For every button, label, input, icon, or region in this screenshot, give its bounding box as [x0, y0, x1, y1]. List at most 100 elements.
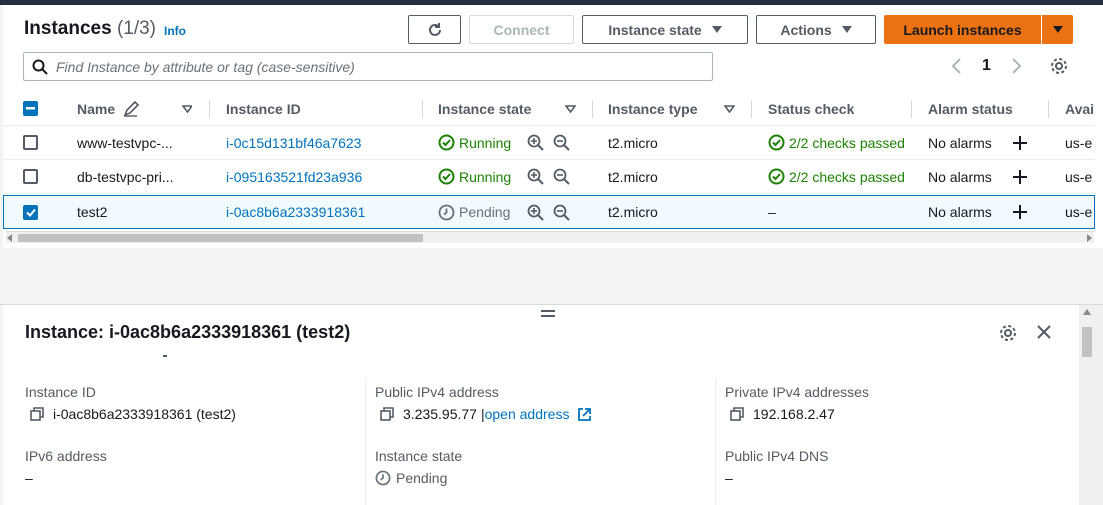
instance-type: t2.micro — [608, 204, 658, 220]
add-alarm-icon[interactable] — [1012, 126, 1028, 159]
search-icon — [32, 59, 48, 75]
check-circle-icon — [768, 134, 785, 151]
column-label: Name — [77, 100, 116, 117]
alarm-status: No alarms — [928, 134, 992, 151]
instance-state: Pending — [438, 196, 510, 228]
resize-handle-icon[interactable] — [541, 309, 555, 319]
public-ipv4-value: 3.235.95.77 — [403, 406, 477, 422]
status-check: – — [768, 204, 776, 220]
column-header-instance-id[interactable]: Instance ID — [226, 92, 301, 125]
field-value-instance-state: Pending — [375, 470, 447, 486]
instance-name: test2 — [77, 204, 108, 220]
check-circle-icon — [768, 168, 785, 185]
add-alarm-icon[interactable] — [1012, 160, 1028, 193]
copy-icon[interactable] — [30, 406, 45, 422]
sort-icon[interactable] — [182, 92, 192, 125]
scroll-left-icon[interactable] — [7, 234, 13, 242]
scrollbar-thumb[interactable] — [18, 234, 423, 242]
page-number[interactable]: 1 — [982, 57, 991, 75]
table-row[interactable]: www-testvpc-... i-0c15d131bf46a7623 Runn… — [3, 126, 1095, 160]
instance-state: Running — [438, 126, 511, 159]
tab-indicator — [163, 355, 167, 357]
zoom-in-icon[interactable] — [527, 126, 544, 159]
row-checkbox[interactable] — [23, 196, 38, 228]
chevron-down-icon — [711, 26, 722, 33]
column-header-name[interactable]: Name — [77, 92, 140, 125]
field-value-private-ipv4: 192.168.2.47 — [730, 406, 835, 422]
add-alarm-icon[interactable] — [1012, 196, 1028, 228]
column-divider — [365, 380, 366, 505]
instance-type: t2.micro — [608, 134, 658, 151]
table-row-selected[interactable]: test2 i-0ac8b6a2333918361 Pending t2.mic… — [3, 195, 1095, 229]
alarm-status: No alarms — [928, 168, 992, 185]
open-address-link[interactable]: open address — [485, 406, 570, 422]
copy-icon[interactable] — [380, 406, 395, 422]
status-check: 2/2 checks passed — [768, 160, 905, 193]
actions-button[interactable]: Actions — [756, 15, 876, 44]
field-value-public-dns: – — [725, 470, 733, 486]
column-header-status-check[interactable]: Status check — [768, 92, 854, 125]
check-circle-icon — [438, 168, 455, 185]
field-label-public-dns: Public IPv4 DNS — [725, 448, 829, 464]
zoom-in-icon[interactable] — [527, 196, 544, 228]
launch-dropdown-button[interactable] — [1042, 15, 1073, 44]
refresh-icon — [426, 21, 444, 39]
sort-icon[interactable] — [565, 92, 576, 125]
field-label-instance-id: Instance ID — [25, 384, 96, 400]
copy-icon[interactable] — [730, 406, 745, 422]
connect-button[interactable]: Connect — [469, 15, 574, 44]
instance-id-link[interactable]: i-0ac8b6a2333918361 — [226, 196, 365, 228]
settings-icon[interactable] — [1049, 56, 1069, 76]
next-page-icon[interactable] — [1011, 57, 1023, 75]
zoom-out-icon[interactable] — [553, 160, 570, 193]
row-checkbox[interactable] — [23, 160, 38, 193]
zoom-out-icon[interactable] — [553, 196, 570, 228]
status-label: 2/2 checks passed — [789, 168, 905, 185]
scroll-right-icon[interactable] — [1086, 234, 1092, 242]
chevron-down-icon — [841, 26, 852, 33]
page-title: Instances (1/3) — [24, 18, 157, 39]
clock-icon — [438, 204, 455, 221]
instance-state-value: Pending — [396, 470, 448, 486]
zoom-out-icon[interactable] — [553, 126, 570, 159]
horizontal-scrollbar[interactable] — [6, 231, 1094, 243]
field-value-public-ipv4: 3.235.95.77 | open address — [380, 406, 592, 422]
info-link[interactable]: Info — [164, 24, 186, 38]
column-header-availability-zone[interactable]: Avai — [1065, 92, 1094, 125]
actions-label: Actions — [780, 21, 832, 38]
refresh-button[interactable] — [408, 15, 461, 44]
instance-state: Running — [438, 160, 511, 193]
status-label: 2/2 checks passed — [789, 134, 905, 151]
availability-zone: us-e — [1065, 134, 1093, 151]
field-label-private-ipv4: Private IPv4 addresses — [725, 384, 869, 400]
private-ipv4-value: 192.168.2.47 — [753, 406, 835, 422]
instance-id-link[interactable]: i-095163521fd23a936 — [226, 160, 362, 193]
scroll-up-icon[interactable] — [1083, 309, 1091, 315]
instance-state-button[interactable]: Instance state — [582, 15, 748, 44]
availability-zone: us-e — [1065, 168, 1093, 185]
instance-id-link[interactable]: i-0c15d131bf46a7623 — [226, 126, 361, 159]
sort-icon[interactable] — [724, 92, 735, 125]
search-input[interactable] — [56, 58, 696, 75]
settings-icon[interactable] — [998, 323, 1018, 343]
clock-icon — [375, 470, 391, 486]
detail-title: Instance: i-0ac8b6a2333918361 (test2) — [25, 322, 351, 342]
launch-instances-button[interactable]: Launch instances — [884, 15, 1041, 44]
search-bar — [23, 52, 713, 81]
row-checkbox[interactable] — [23, 126, 38, 159]
column-header-instance-type[interactable]: Instance type — [608, 92, 697, 125]
chevron-down-icon — [1052, 26, 1063, 33]
vertical-scrollbar[interactable] — [1079, 305, 1103, 505]
external-link-icon[interactable] — [577, 407, 592, 422]
column-header-alarm-status[interactable]: Alarm status — [928, 92, 1013, 125]
close-icon[interactable] — [1036, 324, 1052, 340]
table-row[interactable]: db-testvpc-pri... i-095163521fd23a936 Ru… — [3, 160, 1095, 194]
alarm-status: No alarms — [928, 204, 992, 220]
zoom-in-icon[interactable] — [527, 160, 544, 193]
select-all-checkbox[interactable] — [23, 92, 38, 125]
instance-name: db-testvpc-pri... — [77, 168, 174, 185]
scrollbar-thumb[interactable] — [1082, 327, 1092, 357]
column-header-instance-state[interactable]: Instance state — [438, 92, 531, 125]
prev-page-icon[interactable] — [950, 57, 962, 75]
status-check: 2/2 checks passed — [768, 126, 905, 159]
